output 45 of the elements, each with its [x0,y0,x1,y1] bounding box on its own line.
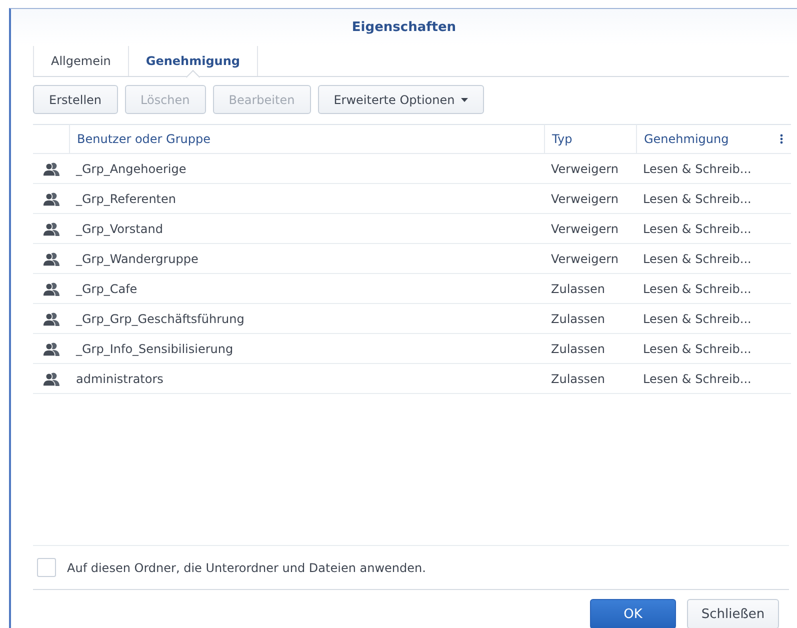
users-icon [42,282,60,296]
users-icon [42,342,60,356]
table-cell: _Grp_Grp_Geschäftsführung [69,304,544,334]
table-cell: _Grp_Vorstand [69,214,544,244]
table-cell: Lesen & Schreib... [636,184,771,214]
table-cell: Lesen & Schreib... [636,364,771,394]
table-cell: Verweigern [544,184,636,214]
toolbar-button[interactable]: Erweiterte Optionen [318,85,484,114]
checkbox-label: Auf diesen Ordner, die Unterordner und Dateien anwenden. [67,560,426,574]
column-menu-icon[interactable] [780,134,782,144]
users-icon [42,312,60,326]
table-cell: Zulassen [544,364,636,394]
table-cell: _Grp_Wandergruppe [69,244,544,274]
table-cell: Lesen & Schreib... [636,214,771,244]
users-icon [42,162,60,176]
column-header[interactable]: Genehmigung [636,124,771,154]
table-cell: _Grp_Info_Sensibilisierung [69,334,544,364]
table-cell: Lesen & Schreib... [636,274,771,304]
close-button[interactable]: Schließen [687,599,779,628]
tab[interactable]: Allgemein [33,46,128,76]
window-title: Eigenschaften [352,20,456,35]
users-icon [42,192,60,206]
users-icon [42,222,60,236]
table-cell: Zulassen [544,274,636,304]
table-cell: Verweigern [544,244,636,274]
table-cell: Zulassen [544,304,636,334]
users-icon [42,252,60,266]
table-cell: Lesen & Schreib... [636,154,771,184]
column-header[interactable]: Benutzer oder Gruppe [69,124,544,154]
column-header[interactable]: Typ [544,124,636,154]
users-icon [42,372,60,386]
table-cell: Lesen & Schreib... [636,244,771,274]
table-cell: administrators [69,364,544,394]
table-cell: Verweigern [544,214,636,244]
ok-button[interactable]: OK [590,599,676,628]
checkbox[interactable] [37,558,56,577]
table-cell: Verweigern [544,154,636,184]
table-cell: Zulassen [544,334,636,364]
header-cell [33,124,69,154]
table-cell: _Grp_Cafe [69,274,544,304]
table-cell: _Grp_Referenten [69,184,544,214]
table-cell: Lesen & Schreib... [636,304,771,334]
table-cell: Lesen & Schreib... [636,334,771,364]
toolbar-button[interactable]: Erstellen [33,85,118,114]
table-cell: _Grp_Angehoerige [69,154,544,184]
